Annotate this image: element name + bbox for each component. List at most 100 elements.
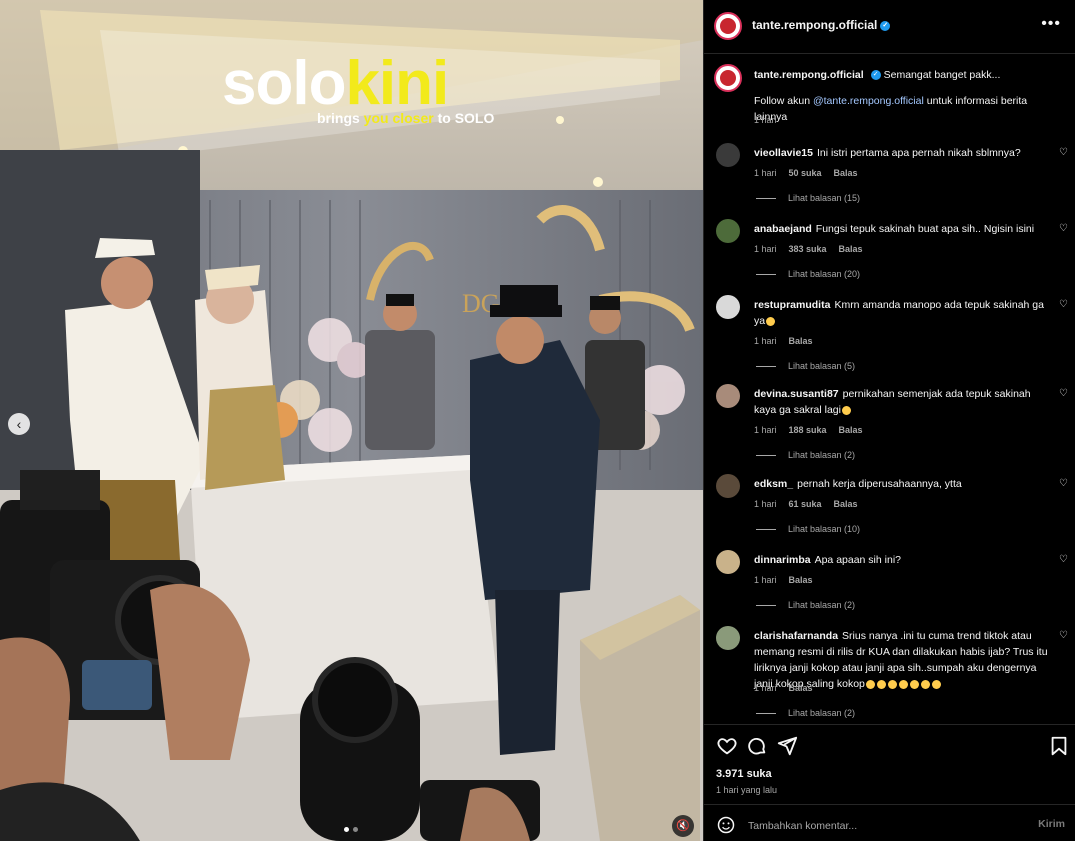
view-replies-label[interactable]: Lihat balasan (2) [788,450,855,460]
more-horizontal-icon[interactable]: ••• [1041,15,1061,33]
comment-username[interactable]: anabaejand [754,223,812,235]
comment-reply-button[interactable]: Balas [789,575,813,585]
comment-icon[interactable] [746,735,768,757]
author-username[interactable]: tante.rempong.official ✓ [752,18,891,32]
view-replies-button[interactable]: Lihat balasan (2) [756,600,855,610]
post-side-panel: tante.rempong.official ✓ ••• tante.rempon… [703,0,1075,841]
comment-reply-button[interactable]: Balas [834,168,858,178]
commenter-avatar[interactable] [716,219,740,243]
commenter-avatar[interactable] [716,384,740,408]
header-divider [704,53,1075,54]
comment-like-heart-icon[interactable]: ♡ [1059,478,1068,489]
caption-username[interactable]: tante.rempong.official [754,69,864,81]
comment-body: vieollavie15 Ini istri pertama apa pernah… [754,145,1054,161]
comment-time: 1 hari [754,499,777,509]
share-icon[interactable] [776,735,798,757]
comment-time: 1 hari [754,575,777,585]
commenter-avatar[interactable] [716,474,740,498]
emoji-icon [766,316,776,326]
tagline-part-1: brings [317,110,364,126]
comment-like-heart-icon[interactable]: ♡ [1059,299,1068,310]
comment-username[interactable]: restupramudita [754,299,830,311]
comment-like-heart-icon[interactable]: ♡ [1059,223,1068,234]
comment-username[interactable]: clarishafarnanda [754,630,838,642]
chevron-left-icon[interactable]: ‹ [8,413,30,435]
comment-like-count[interactable]: 50 suka [789,168,822,178]
view-replies-label[interactable]: Lihat balasan (10) [788,524,860,534]
verified-badge-icon: ✓ [880,20,891,31]
emoji-icon [887,679,897,689]
emoji-icon [920,679,930,689]
caption-avatar[interactable] [714,64,742,92]
comment-text: pernah kerja diperusahaannya, ytta [797,478,962,490]
comment-like-count[interactable]: 188 suka [789,425,827,435]
view-replies-button[interactable]: Lihat balasan (2) [756,450,855,460]
view-replies-button[interactable]: Lihat balasan (2) [756,708,855,718]
commenter-avatar[interactable] [716,626,740,650]
comment-reply-button[interactable]: Balas [839,425,863,435]
view-replies-label[interactable]: Lihat balasan (15) [788,193,860,203]
author-username-text[interactable]: tante.rempong.official [752,18,877,32]
composer-divider [704,804,1075,805]
emoji-icon[interactable] [716,815,736,835]
comment-meta: 1 hari 61 suka Balas [754,499,870,509]
comment-time: 1 hari [754,244,777,254]
mention-link[interactable]: @tante.rempong.official [813,95,924,107]
view-replies-label[interactable]: Lihat balasan (5) [788,361,855,371]
comment-like-heart-icon[interactable]: ♡ [1059,388,1068,399]
commenter-avatar[interactable] [716,143,740,167]
comment-reply-button[interactable]: Balas [834,499,858,509]
commenter-avatar[interactable] [716,295,740,319]
carousel-dots [344,827,358,832]
replies-line [756,529,776,531]
comment-reply-button[interactable]: Balas [839,244,863,254]
comment-username[interactable]: edksm_ [754,478,793,490]
view-replies-label[interactable]: Lihat balasan (20) [788,269,860,279]
comment-text: Ini istri pertama apa pernah nikah sblmn… [816,147,1021,159]
heart-icon[interactable] [716,735,738,757]
view-replies-button[interactable]: Lihat balasan (20) [756,269,860,279]
follow-prefix: Follow akun [754,95,813,107]
verified-badge-icon: ✓ [870,70,881,81]
bookmark-icon[interactable] [1048,735,1070,757]
emoji-icon [841,405,851,415]
comment-body: restupramudita Kmrn amanda manopo ada tep… [754,297,1054,329]
post-comment-button[interactable]: Kirim [1038,818,1065,830]
like-count[interactable]: 3.971 suka [716,768,772,780]
author-avatar[interactable] [714,12,742,40]
speaker-muted-icon[interactable]: 🔇 [672,815,694,837]
comment-meta: 1 hari 50 suka Balas [754,168,870,178]
comment-meta: 1 hari Balas [754,575,825,585]
view-replies-label[interactable]: Lihat balasan (2) [788,708,855,718]
caption-time: 1 hari [754,115,777,125]
view-replies-button[interactable]: Lihat balasan (15) [756,193,860,203]
comment-text: Fungsi tepuk sakinah buat apa sih.. Ngis… [815,223,1035,235]
emoji-icon [931,679,941,689]
comment-like-heart-icon[interactable]: ♡ [1059,630,1068,641]
comment-like-count[interactable]: 383 suka [789,244,827,254]
comment-like-count[interactable]: 61 suka [789,499,822,509]
watermark-tagline: brings you closer to SOLO [317,110,494,126]
comment-reply-button[interactable]: Balas [789,683,813,693]
comment-body: dinnarimba Apa apaan sih ini? [754,552,1054,568]
comment-username[interactable]: devina.susanti87 [754,388,839,400]
view-replies-label[interactable]: Lihat balasan (2) [788,600,855,610]
caption-follow-line: Follow akun @tante.rempong.official untu… [754,93,1054,125]
comment-username[interactable]: dinnarimba [754,554,811,566]
comment-username[interactable]: vieollavie15 [754,147,813,159]
comment-input[interactable] [746,815,1020,837]
comment-like-heart-icon[interactable]: ♡ [1059,147,1068,158]
view-replies-button[interactable]: Lihat balasan (10) [756,524,860,534]
view-replies-button[interactable]: Lihat balasan (5) [756,361,855,371]
tagline-part-3: to SOLO [433,110,495,126]
post-media[interactable]: DG solokini brings you closer to SOLO ‹ … [0,0,703,841]
replies-line [756,605,776,607]
replies-line [756,274,776,276]
commenter-avatar[interactable] [716,550,740,574]
comment-like-heart-icon[interactable]: ♡ [1059,554,1068,565]
comment-body: devina.susanti87 pernikahan semenjak ada … [754,386,1054,418]
comment-body: anabaejand Fungsi tepuk sakinah buat apa … [754,221,1054,237]
comment-reply-button[interactable]: Balas [789,336,813,346]
comment-meta: 1 hari Balas [754,336,825,346]
comment-body: edksm_ pernah kerja diperusahaannya, ytta [754,476,1054,492]
